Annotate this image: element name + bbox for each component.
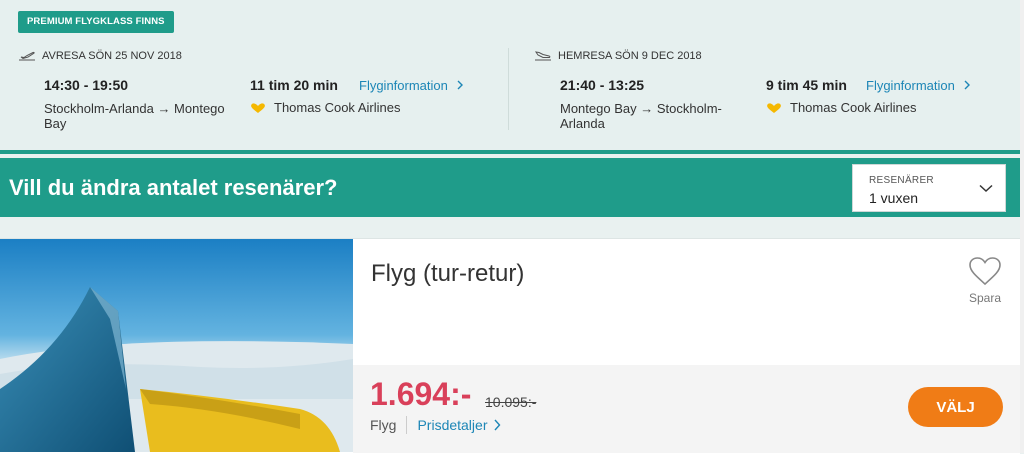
return-route: Montego Bay → Stockholm-Arlanda [560,101,722,131]
travelers-select[interactable]: RESENÄRER 1 vuxen [852,164,1006,212]
return-times: 21:40 - 13:25 [560,77,645,93]
product-card: Flyg (tur-retur) Spara 1.694:- 10.095:- … [0,238,1020,454]
product-type: Flyg [370,417,397,433]
price-meta: Flyg Prisdetaljer [370,416,501,434]
return-flight-info-link[interactable]: Flyginformation [866,78,971,93]
price-details-link[interactable]: Prisdetaljer [417,417,501,433]
premium-class-badge: PREMIUM FLYGKLASS FINNS [18,11,174,33]
travelers-select-label: RESENÄRER [869,175,934,186]
return-leg: HEMRESA SÖN 9 DEC 2018 21:40 - 13:25 Mon… [534,50,970,131]
price-section: 1.694:- 10.095:- Flyg Prisdetaljer VÄLJ [353,365,1020,453]
product-title: Flyg (tur-retur) [371,260,525,287]
leg-divider [508,48,509,130]
select-button[interactable]: VÄLJ [908,387,1003,427]
plane-landing-icon [534,51,551,61]
return-date: HEMRESA SÖN 9 DEC 2018 [558,50,702,62]
outbound-airline: Thomas Cook Airlines [250,100,400,115]
travelers-select-value: 1 vuxen [869,190,919,206]
outbound-route: Stockholm-Arlanda → Montego Bay [44,101,225,131]
meta-separator [406,416,408,434]
scrollbar[interactable] [1020,0,1024,453]
airline-logo-icon [767,102,781,113]
return-duration: 9 tim 45 min [766,77,847,93]
chevron-right-icon [494,419,501,431]
travelers-question: Vill du ändra antalet resenärer? [9,175,338,200]
outbound-duration: 11 tim 20 min [250,77,338,93]
chevron-down-icon [979,184,993,193]
airline-logo-icon [251,102,265,113]
outbound-leg: AVRESA SÖN 25 NOV 2018 14:30 - 19:50 Sto… [18,50,463,131]
current-price: 1.694:- [370,376,472,412]
save-button[interactable]: Spara [962,256,1008,305]
plane-takeoff-icon [19,51,35,61]
original-price: 10.095:- [485,394,537,410]
travelers-band: Vill du ändra antalet resenärer? RESENÄR… [0,158,1020,217]
flight-summary: PREMIUM FLYGKLASS FINNS AVRESA SÖN 25 NO… [0,0,1020,150]
outbound-times: 14:30 - 19:50 [44,77,129,93]
airplane-wing-image [0,239,353,452]
outbound-flight-info-link[interactable]: Flyginformation [359,78,464,93]
heart-icon [969,257,1001,286]
save-label: Spara [968,291,1002,305]
chevron-right-icon [457,80,463,90]
outbound-date: AVRESA SÖN 25 NOV 2018 [42,50,182,62]
return-airline: Thomas Cook Airlines [766,100,916,115]
accent-divider [0,150,1020,154]
chevron-right-icon [964,80,970,90]
